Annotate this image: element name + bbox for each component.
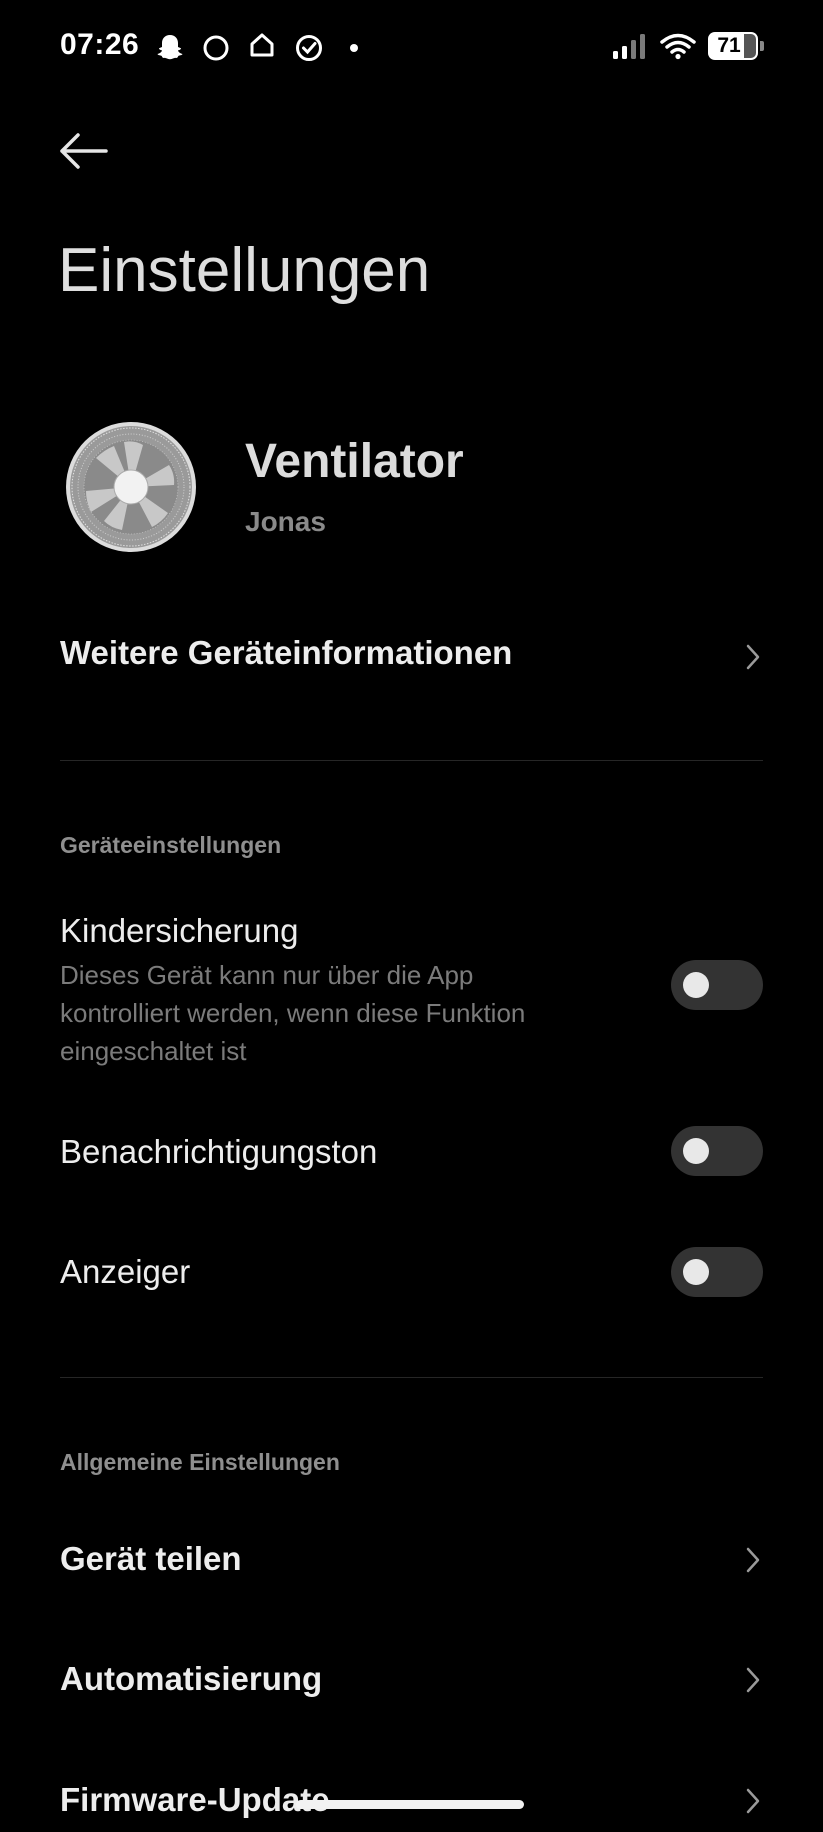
toggle-knob xyxy=(683,972,709,998)
chevron-right-icon xyxy=(746,1547,760,1573)
device-card: Ventilator Jonas xyxy=(60,416,760,556)
chevron-right-icon xyxy=(746,1788,760,1814)
snapchat-icon xyxy=(157,35,183,60)
general-label: Automatisierung xyxy=(60,1660,323,1697)
setting-label: Benachrichtigungston xyxy=(60,1133,378,1170)
divider xyxy=(60,1377,763,1378)
child-lock-toggle[interactable] xyxy=(671,960,763,1010)
general-label: Firmware-Update xyxy=(60,1781,330,1818)
device-owner: Jonas xyxy=(245,506,326,537)
general-row-firmware-update[interactable]: Firmware-Update xyxy=(60,1771,763,1827)
indicator-toggle[interactable] xyxy=(671,1247,763,1297)
chevron-right-icon xyxy=(746,644,760,670)
check-circle-icon xyxy=(296,35,322,61)
toggle-knob xyxy=(683,1259,709,1285)
more-info-row[interactable]: Weitere Geräteinformationen xyxy=(60,628,763,684)
signal-icon xyxy=(613,34,645,59)
home-icon xyxy=(250,33,274,57)
battery-level: 71 xyxy=(717,34,741,57)
wifi-icon xyxy=(660,33,696,60)
fan-icon xyxy=(66,422,196,552)
setting-label: Anzeiger xyxy=(60,1253,191,1290)
notification-sound-toggle[interactable] xyxy=(671,1126,763,1176)
status-time: 07:26 xyxy=(60,28,140,61)
back-arrow-icon[interactable] xyxy=(56,128,110,174)
setting-row-child-lock[interactable]: Kindersicherung Dieses Gerät kann nur üb… xyxy=(60,908,763,1068)
circle-icon xyxy=(203,35,229,61)
general-row-automation[interactable]: Automatisierung xyxy=(60,1650,763,1706)
section-title-device-settings: Geräteeinstellungen xyxy=(60,832,282,858)
chevron-right-icon xyxy=(746,1667,760,1693)
setting-row-notification-sound[interactable]: Benachrichtigungston xyxy=(60,1124,763,1180)
divider xyxy=(60,760,763,761)
setting-label: Kindersicherung xyxy=(60,912,299,949)
dot-icon xyxy=(350,44,358,52)
status-bar: 07:26 71 xyxy=(0,0,823,94)
more-info-label: Weitere Geräteinformationen xyxy=(60,634,513,671)
home-indicator[interactable] xyxy=(296,1800,524,1809)
battery-icon: 71 xyxy=(708,32,764,60)
page-title: Einstellungen xyxy=(58,236,431,305)
section-title-general-settings: Allgemeine Einstellungen xyxy=(60,1449,340,1475)
device-name: Ventilator xyxy=(245,435,464,488)
general-label: Gerät teilen xyxy=(60,1540,242,1577)
toggle-knob xyxy=(683,1138,709,1164)
setting-description: Dieses Gerät kann nur über die App kontr… xyxy=(60,960,526,1066)
setting-row-indicator[interactable]: Anzeiger xyxy=(60,1244,763,1300)
general-row-share-device[interactable]: Gerät teilen xyxy=(60,1530,763,1586)
